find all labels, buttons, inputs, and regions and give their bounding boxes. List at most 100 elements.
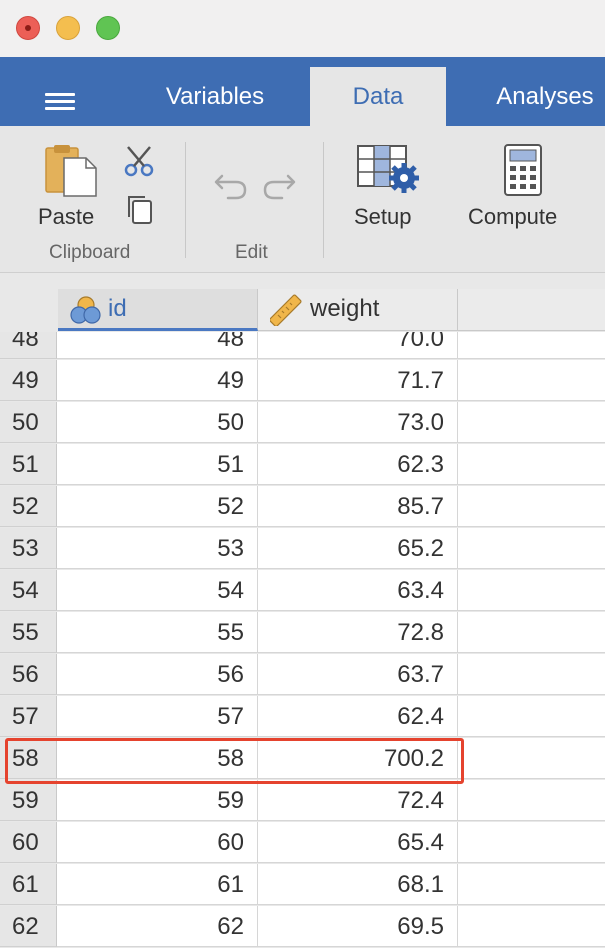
cell-weight[interactable]: 72.8 (258, 612, 458, 653)
cell-weight[interactable]: 65.2 (258, 528, 458, 569)
row-number[interactable]: 56 (0, 654, 57, 695)
cell-empty[interactable] (458, 822, 605, 863)
cell-id[interactable]: 53 (57, 528, 258, 569)
table-row[interactable]: 56 56 63.7 (0, 654, 605, 696)
row-number[interactable]: 48 (0, 332, 57, 359)
redo-icon[interactable] (262, 168, 296, 200)
table-row[interactable]: 52 52 85.7 (0, 486, 605, 528)
cell-weight[interactable]: 68.1 (258, 864, 458, 905)
cell-id[interactable]: 62 (57, 906, 258, 947)
setup-button[interactable]: Setup (350, 140, 430, 236)
cell-id[interactable]: 51 (57, 444, 258, 485)
column-header-id[interactable]: id (58, 289, 258, 331)
cell-weight[interactable]: 85.7 (258, 486, 458, 527)
cell-id[interactable]: 48 (57, 332, 258, 359)
row-number[interactable]: 55 (0, 612, 57, 653)
row-number[interactable]: 49 (0, 360, 57, 401)
cell-id[interactable]: 55 (57, 612, 258, 653)
zoom-window-button[interactable] (96, 16, 120, 40)
cut-icon[interactable] (123, 144, 157, 178)
cell-empty[interactable] (458, 906, 605, 947)
table-row[interactable]: 61 61 68.1 (0, 864, 605, 906)
cell-weight[interactable]: 65.4 (258, 822, 458, 863)
table-row[interactable]: 50 50 73.0 (0, 402, 605, 444)
cell-weight[interactable]: 70.0 (258, 332, 458, 359)
clipboard-group-label: Clipboard (49, 242, 131, 263)
tab-variables[interactable]: Variables (150, 67, 280, 126)
clipboard-icon (45, 145, 97, 197)
column-header-empty[interactable] (458, 289, 605, 331)
row-number[interactable]: 53 (0, 528, 57, 569)
paste-label: Paste (38, 204, 95, 229)
column-header-weight[interactable]: weight (258, 289, 458, 331)
cell-empty[interactable] (458, 332, 605, 359)
cell-weight[interactable]: 62.4 (258, 696, 458, 737)
compute-button[interactable]: Compute (462, 140, 582, 236)
window-titlebar (0, 0, 605, 57)
table-row[interactable]: 62 62 69.5 (0, 906, 605, 948)
cell-empty[interactable] (458, 570, 605, 611)
minimize-window-button[interactable] (56, 16, 80, 40)
cell-empty[interactable] (458, 780, 605, 821)
table-row[interactable]: 57 57 62.4 (0, 696, 605, 738)
undo-icon[interactable] (214, 168, 248, 200)
cell-id[interactable]: 49 (57, 360, 258, 401)
table-row[interactable]: 54 54 63.4 (0, 570, 605, 612)
cell-id[interactable]: 54 (57, 570, 258, 611)
paste-button[interactable]: Paste (32, 140, 112, 236)
tab-analyses[interactable]: Analyses (475, 67, 605, 126)
cell-empty[interactable] (458, 738, 605, 779)
row-number[interactable]: 59 (0, 780, 57, 821)
cell-weight[interactable]: 73.0 (258, 402, 458, 443)
row-number-label: 50 (12, 409, 39, 436)
cell-id[interactable]: 61 (57, 864, 258, 905)
cell-empty[interactable] (458, 402, 605, 443)
cell-id[interactable]: 52 (57, 486, 258, 527)
cell-weight[interactable]: 72.4 (258, 780, 458, 821)
cell-weight[interactable]: 69.5 (258, 906, 458, 947)
row-number[interactable]: 62 (0, 906, 57, 947)
ribbon-separator (323, 142, 324, 258)
cell-weight[interactable]: 71.7 (258, 360, 458, 401)
cell-id[interactable]: 50 (57, 402, 258, 443)
cell-weight[interactable]: 63.4 (258, 570, 458, 611)
row-number[interactable]: 51 (0, 444, 57, 485)
edit-group-label: Edit (235, 242, 268, 263)
menu-icon[interactable] (45, 93, 75, 111)
table-row[interactable]: 55 55 72.8 (0, 612, 605, 654)
cell-empty[interactable] (458, 654, 605, 695)
table-row[interactable]: 48 48 70.0 (0, 332, 605, 360)
cell-empty[interactable] (458, 612, 605, 653)
row-number[interactable]: 52 (0, 486, 57, 527)
row-number[interactable]: 57 (0, 696, 57, 737)
cell-empty[interactable] (458, 528, 605, 569)
setup-label: Setup (354, 204, 412, 229)
table-row[interactable]: 53 53 65.2 (0, 528, 605, 570)
row-number-label: 49 (12, 367, 39, 394)
table-row[interactable]: 49 49 71.7 (0, 360, 605, 402)
row-number-label: 53 (12, 535, 39, 562)
table-row[interactable]: 60 60 65.4 (0, 822, 605, 864)
cell-id[interactable]: 56 (57, 654, 258, 695)
cell-empty[interactable] (458, 360, 605, 401)
cell-empty[interactable] (458, 864, 605, 905)
table-row[interactable]: 51 51 62.3 (0, 444, 605, 486)
row-number[interactable]: 54 (0, 570, 57, 611)
row-number[interactable]: 50 (0, 402, 57, 443)
row-number-label: 61 (12, 871, 39, 898)
cell-empty[interactable] (458, 444, 605, 485)
close-window-button[interactable] (16, 16, 40, 40)
cell-id[interactable]: 59 (57, 780, 258, 821)
copy-icon[interactable] (125, 193, 155, 227)
table-row[interactable]: 59 59 72.4 (0, 780, 605, 822)
cell-empty[interactable] (458, 486, 605, 527)
row-number-label: 48 (12, 332, 39, 352)
row-number[interactable]: 61 (0, 864, 57, 905)
row-number[interactable]: 60 (0, 822, 57, 863)
cell-empty[interactable] (458, 696, 605, 737)
cell-weight[interactable]: 62.3 (258, 444, 458, 485)
cell-weight[interactable]: 63.7 (258, 654, 458, 695)
cell-id[interactable]: 57 (57, 696, 258, 737)
tab-data[interactable]: Data (310, 67, 446, 126)
cell-id[interactable]: 60 (57, 822, 258, 863)
